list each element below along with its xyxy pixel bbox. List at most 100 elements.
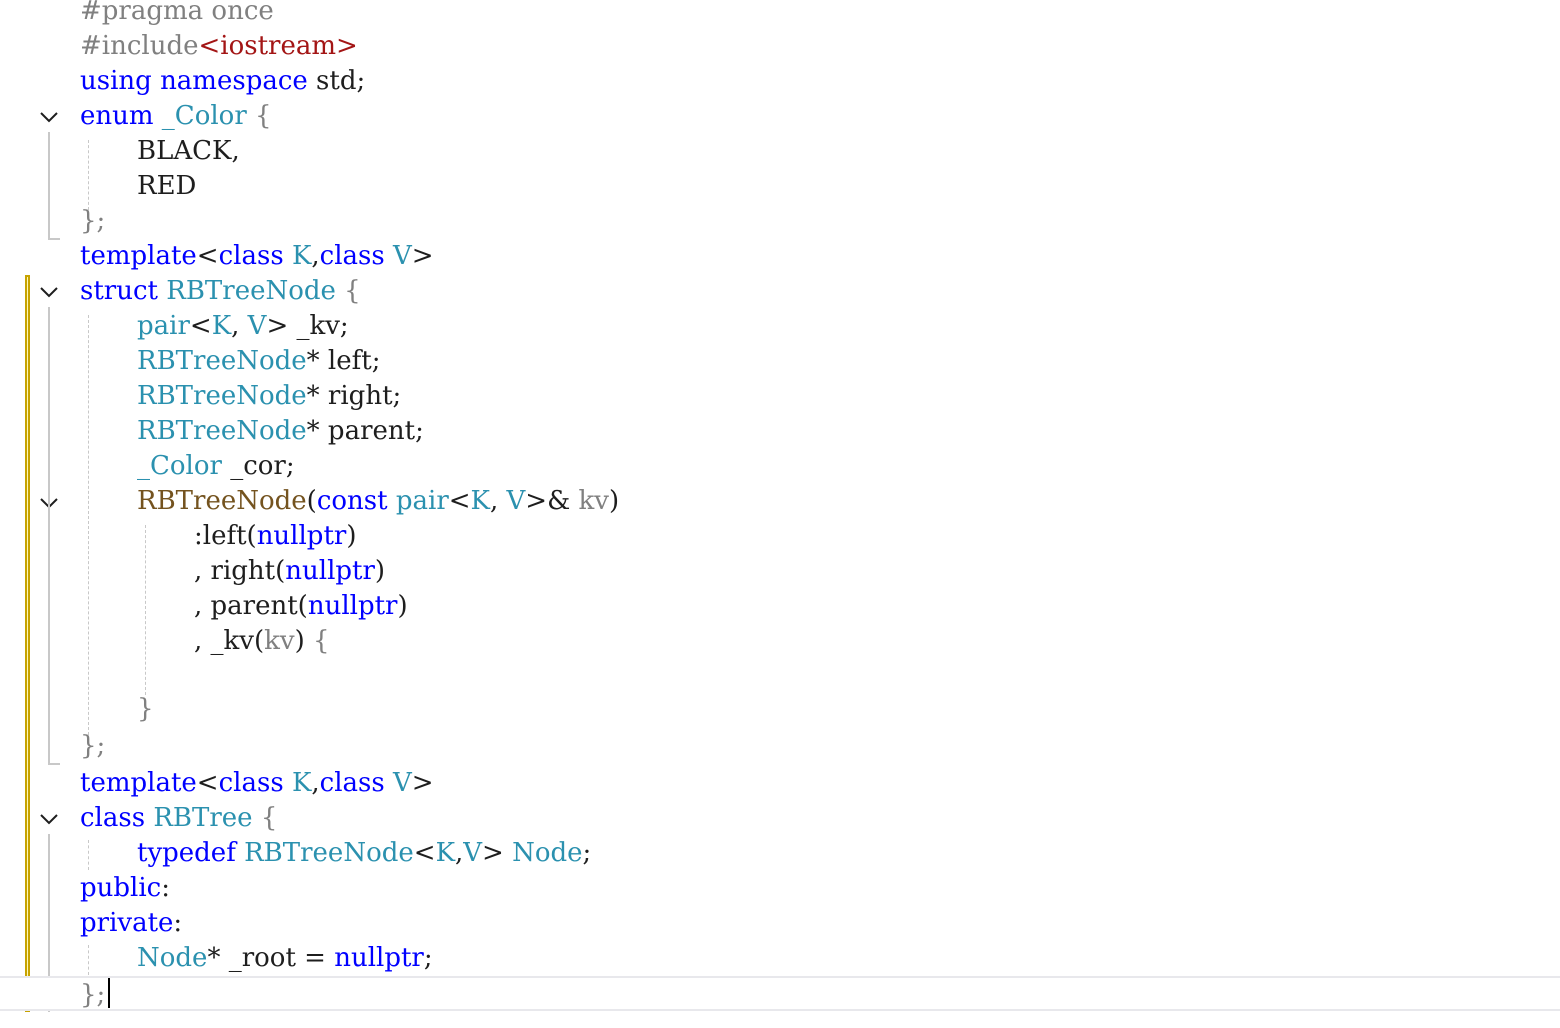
code-text: }; [80,978,105,1013]
code-line[interactable]: #include<iostream> [0,29,1560,64]
code-line[interactable]: RBTreeNode(const pair<K, V>& kv) [0,484,1560,519]
code-text: , _kv(kv) { [194,624,330,659]
code-token: template [80,241,197,271]
code-token: , [311,768,320,798]
code-token: V [463,838,483,868]
code-token: <iostream> [198,31,358,61]
code-token: template [80,768,197,798]
code-line[interactable]: } [0,692,1560,727]
code-line[interactable] [0,659,1560,694]
code-token: ; [423,943,433,973]
code-token: ) [608,486,620,516]
code-text: RBTreeNode(const pair<K, V>& kv) [137,484,619,519]
code-text: struct RBTreeNode { [80,274,361,309]
code-token: ) [397,591,408,621]
code-line[interactable]: }; [0,204,1560,239]
code-token: Node [512,838,583,868]
code-token: ) [374,556,386,586]
code-token: { [313,626,330,656]
code-line[interactable]: template<class K,class V> [0,239,1560,274]
code-line[interactable]: }; [0,729,1560,764]
code-token: > _kv; [266,311,349,341]
code-token: RBTreeNode [137,416,307,446]
code-line[interactable]: enum _Color { [0,99,1560,134]
code-text: }; [80,729,105,764]
code-token: class [80,803,146,833]
code-token: RBTreeNode [166,276,336,306]
code-line[interactable]: }; [0,976,1560,1011]
code-line[interactable]: public: [0,871,1560,906]
code-text: RBTreeNode* left; [137,344,380,379]
code-token: < [448,486,471,516]
code-line[interactable]: class RBTree { [0,801,1560,836]
code-token: pair [395,486,449,516]
code-token: Node [137,943,208,973]
code-line[interactable]: :left(nullptr) [0,519,1560,554]
code-editor[interactable]: #pragma once #include<iostream> using name… [0,0,1560,1028]
code-line[interactable]: , right(nullptr) [0,554,1560,589]
code-token: std; [307,66,366,96]
code-line[interactable]: , parent(nullptr) [0,589,1560,624]
code-token: _Color [137,451,222,481]
code-text: pair<K, V> _kv; [137,309,349,344]
code-token: >& [525,486,579,516]
code-line[interactable]: RBTreeNode* parent; [0,414,1560,449]
code-token: , parent( [194,591,308,621]
code-line[interactable]: #pragma once [0,0,1560,29]
code-token: V [392,241,412,271]
code-line[interactable]: typedef RBTreeNode<K,V> Node; [0,836,1560,871]
code-text: enum _Color { [80,99,272,134]
code-text: RBTreeNode* parent; [137,414,424,449]
code-token: :left( [194,521,257,551]
code-token: V [392,768,412,798]
code-token: { [246,101,272,131]
code-line[interactable]: template<class K,class V> [0,766,1560,801]
code-token: ; [582,838,592,868]
code-token: ) [294,626,313,656]
code-token: RED [137,171,197,201]
code-token: }; [80,731,106,761]
code-line[interactable]: BLACK, [0,134,1560,169]
code-line[interactable]: RBTreeNode* right; [0,379,1560,414]
code-line[interactable]: Node* _root = nullptr; [0,941,1560,976]
code-line[interactable]: _Color _cor; [0,449,1560,484]
code-token: RBTreeNode [137,486,307,516]
code-token: _Color [161,101,247,131]
code-token: : [161,873,170,903]
code-line[interactable]: using namespace std; [0,64,1560,99]
code-line[interactable]: RBTreeNode* left; [0,344,1560,379]
code-token: RBTreeNode [244,838,414,868]
code-token: K [291,241,312,271]
code-text: template<class K,class V> [80,239,434,274]
code-token: { [252,803,278,833]
code-text: BLACK, [137,134,240,169]
code-token: nullptr [285,556,375,586]
code-token: > [411,768,434,798]
code-line[interactable]: struct RBTreeNode { [0,274,1560,309]
code-token: private [80,908,174,938]
code-text: }; [80,204,105,239]
code-line[interactable]: pair<K, V> _kv; [0,309,1560,344]
code-text: private: [80,906,182,941]
code-token: class [319,241,385,271]
code-token: V [506,486,526,516]
code-token: < [196,241,219,271]
code-text: } [137,692,154,727]
code-token: K [470,486,490,516]
code-token: RBTreeNode [137,346,307,376]
code-token: { [335,276,361,306]
code-text: public: [80,871,170,906]
code-token: nullptr [307,591,398,621]
code-text: :left(nullptr) [194,519,357,554]
code-token: #include [80,31,199,61]
code-line[interactable]: private: [0,906,1560,941]
code-line[interactable]: RED [0,169,1560,204]
code-line[interactable]: , _kv(kv) { [0,624,1560,659]
code-token: kv [264,626,295,656]
